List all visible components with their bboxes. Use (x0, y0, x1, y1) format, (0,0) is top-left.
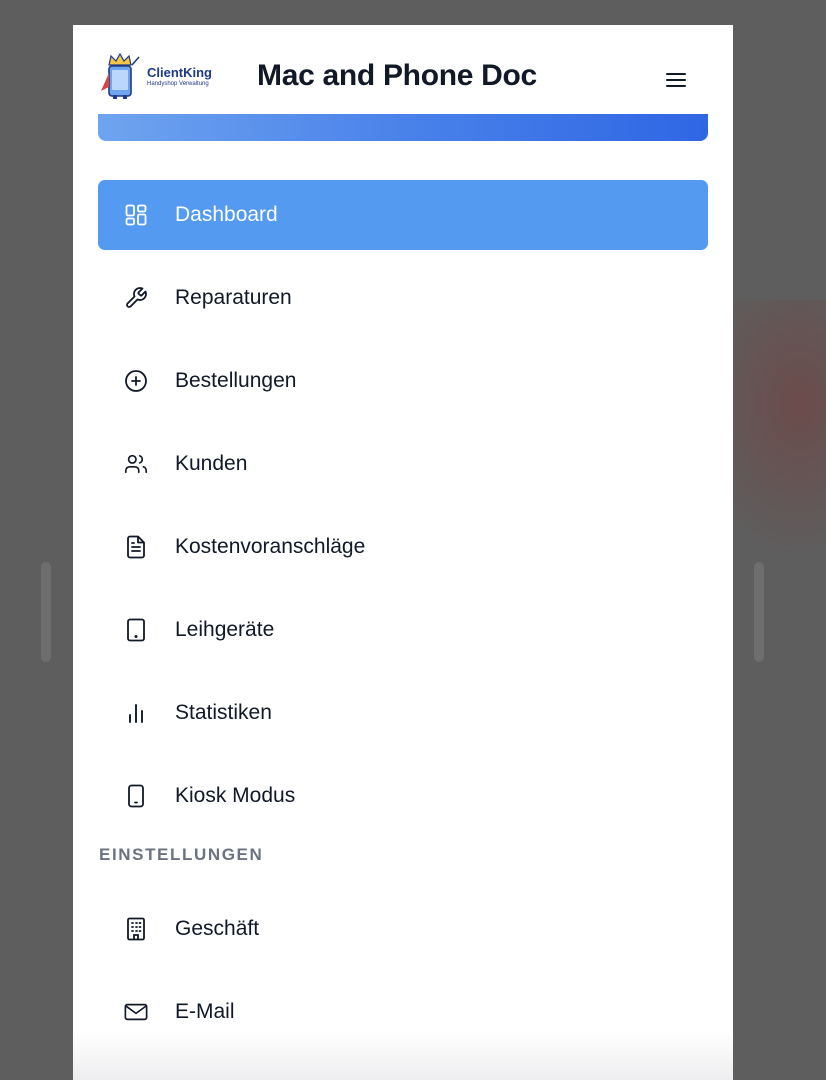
right-drag-handle[interactable] (754, 562, 764, 662)
nav-item-dashboard[interactable]: Dashboard (98, 180, 708, 250)
left-drag-handle[interactable] (41, 562, 51, 662)
plus-circle-icon (124, 369, 148, 393)
hamburger-menu-icon (666, 73, 686, 87)
sidebar-panel: ClientKing Handyshop Verwaltung Mac and … (73, 25, 733, 1080)
nav-label-kostenvoranschlaege: Kostenvoranschläge (175, 535, 366, 558)
nav-label-kiosk-modus: Kiosk Modus (175, 784, 296, 807)
nav-item-bestellungen[interactable]: Bestellungen (98, 346, 708, 416)
nav-item-kunden[interactable]: Kunden (98, 429, 708, 499)
document-icon (124, 535, 148, 559)
nav-item-statistiken[interactable]: Statistiken (98, 678, 708, 748)
wrench-icon (124, 286, 148, 310)
app-logo[interactable]: ClientKing Handyshop Verwaltung (99, 53, 214, 99)
phone-icon (124, 784, 148, 808)
nav-label-geschaeft: Geschäft (175, 917, 260, 940)
nav-item-kostenvoranschlaege[interactable]: Kostenvoranschläge (98, 512, 708, 582)
bottom-fade (73, 1030, 733, 1080)
grid-icon (124, 203, 148, 227)
nav-item-leihgeraete[interactable]: Leihgeräte (98, 595, 708, 665)
nav-label-reparaturen: Reparaturen (175, 286, 292, 309)
settings-section-heading: EINSTELLUNGEN (99, 845, 264, 864)
logo-mascot-icon (101, 53, 140, 99)
nav-label-kunden: Kunden (175, 452, 248, 475)
logo-tagline: Handyshop Verwaltung (147, 80, 209, 87)
header: ClientKing Handyshop Verwaltung Mac and … (73, 25, 733, 114)
menu-button[interactable] (661, 65, 691, 95)
nav-item-geschaeft[interactable]: Geschäft (98, 894, 708, 964)
tablet-icon (124, 618, 148, 642)
nav-label-statistiken: Statistiken (175, 701, 272, 724)
nav-item-kiosk-modus[interactable]: Kiosk Modus (98, 761, 708, 831)
mail-icon (124, 1000, 148, 1024)
logo-name: ClientKing (147, 64, 212, 80)
bar-chart-icon (124, 701, 148, 725)
users-icon (124, 452, 148, 476)
building-icon (124, 917, 148, 941)
nav-label-bestellungen: Bestellungen (175, 369, 297, 392)
nav-item-reparaturen[interactable]: Reparaturen (98, 263, 708, 333)
nav-label-leihgeraete: Leihgeräte (175, 618, 275, 641)
nav-label-email: E-Mail (175, 1000, 235, 1023)
nav-label-dashboard: Dashboard (175, 203, 278, 226)
page-title: Mac and Phone Doc (257, 59, 537, 92)
